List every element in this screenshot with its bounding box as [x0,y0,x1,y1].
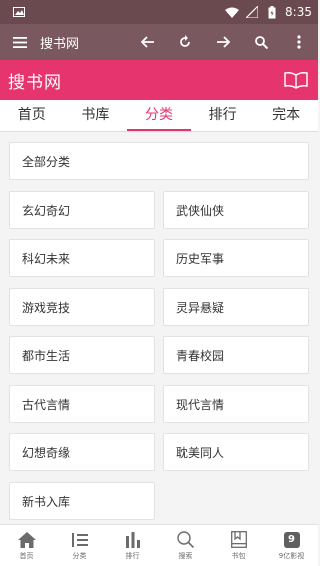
category-button[interactable]: 玄幻奇幻 [9,191,155,229]
category-button[interactable]: 古代言情 [9,385,155,423]
category-button[interactable]: 武侠仙侠 [163,191,309,229]
site-header: 搜书网 [0,60,318,100]
signal-icon [245,6,259,18]
nav-label: 首页 [19,551,34,560]
app-toolbar: 搜书网 [0,24,318,60]
category-button[interactable]: 现代言情 [163,385,309,423]
category-list: 全部分类 玄幻奇幻 武侠仙侠 科幻未来 历史军事 游戏竞技 灵异悬疑 都市生活 … [0,132,318,524]
status-time: 8:35 [285,5,312,19]
category-tabs: 首页 书库 分类 排行 完本 [0,100,318,132]
wifi-icon [225,6,240,18]
category-button[interactable]: 科幻未来 [9,239,155,277]
menu-icon[interactable] [0,24,40,60]
nav-label: 排行 [125,551,140,560]
nav-label: 书包 [231,551,246,560]
toolbar-title: 搜书网 [40,36,80,52]
tab-library[interactable]: 书库 [64,100,128,131]
category-all-button[interactable]: 全部分类 [9,142,309,180]
site-title[interactable]: 搜书网 [8,68,282,93]
category-button[interactable]: 青春校园 [163,336,309,374]
tab-home[interactable]: 首页 [0,100,64,131]
bookbag-icon [229,531,249,549]
category-button[interactable]: 都市生活 [9,336,155,374]
nav-bookbag[interactable]: 书包 [212,525,265,566]
nav-search[interactable]: 搜索 [159,525,212,566]
battery-icon [265,5,279,18]
nav-label: 搜索 [178,551,193,560]
home-icon [17,531,37,549]
nav-label: 9亿影视 [278,551,305,560]
forward-arrow-icon[interactable] [204,24,242,60]
category-button[interactable]: 历史军事 [163,239,309,277]
category-button[interactable]: 灵异悬疑 [163,288,309,326]
nav-ranking[interactable]: 排行 [106,525,159,566]
tab-categories[interactable]: 分类 [127,100,191,131]
category-button[interactable]: 耽美同人 [163,433,309,471]
bottom-nav: 首页 分类 排行 搜索 书包 9 9亿影视 [0,524,318,566]
video-app-icon-glyph: 9 [283,531,300,548]
category-button[interactable]: 游戏竞技 [9,288,155,326]
nav-label: 分类 [72,551,87,560]
tab-ranking[interactable]: 排行 [191,100,255,131]
search-icon [176,531,196,549]
image-icon [12,6,26,18]
refresh-icon[interactable] [166,24,204,60]
category-button[interactable]: 新书入库 [9,482,155,520]
video-app-icon: 9 [282,531,302,549]
search-icon[interactable] [242,24,280,60]
more-icon[interactable] [280,24,318,60]
nav-home[interactable]: 首页 [0,525,53,566]
open-book-icon[interactable] [282,69,310,91]
status-bar: 8:35 [0,0,318,24]
category-button[interactable]: 幻想奇缘 [9,433,155,471]
bar-chart-icon [123,531,143,549]
nav-categories[interactable]: 分类 [53,525,106,566]
back-arrow-icon[interactable] [128,24,166,60]
nav-video-app[interactable]: 9 9亿影视 [265,525,318,566]
list-icon [70,531,90,549]
tab-completed[interactable]: 完本 [254,100,318,131]
